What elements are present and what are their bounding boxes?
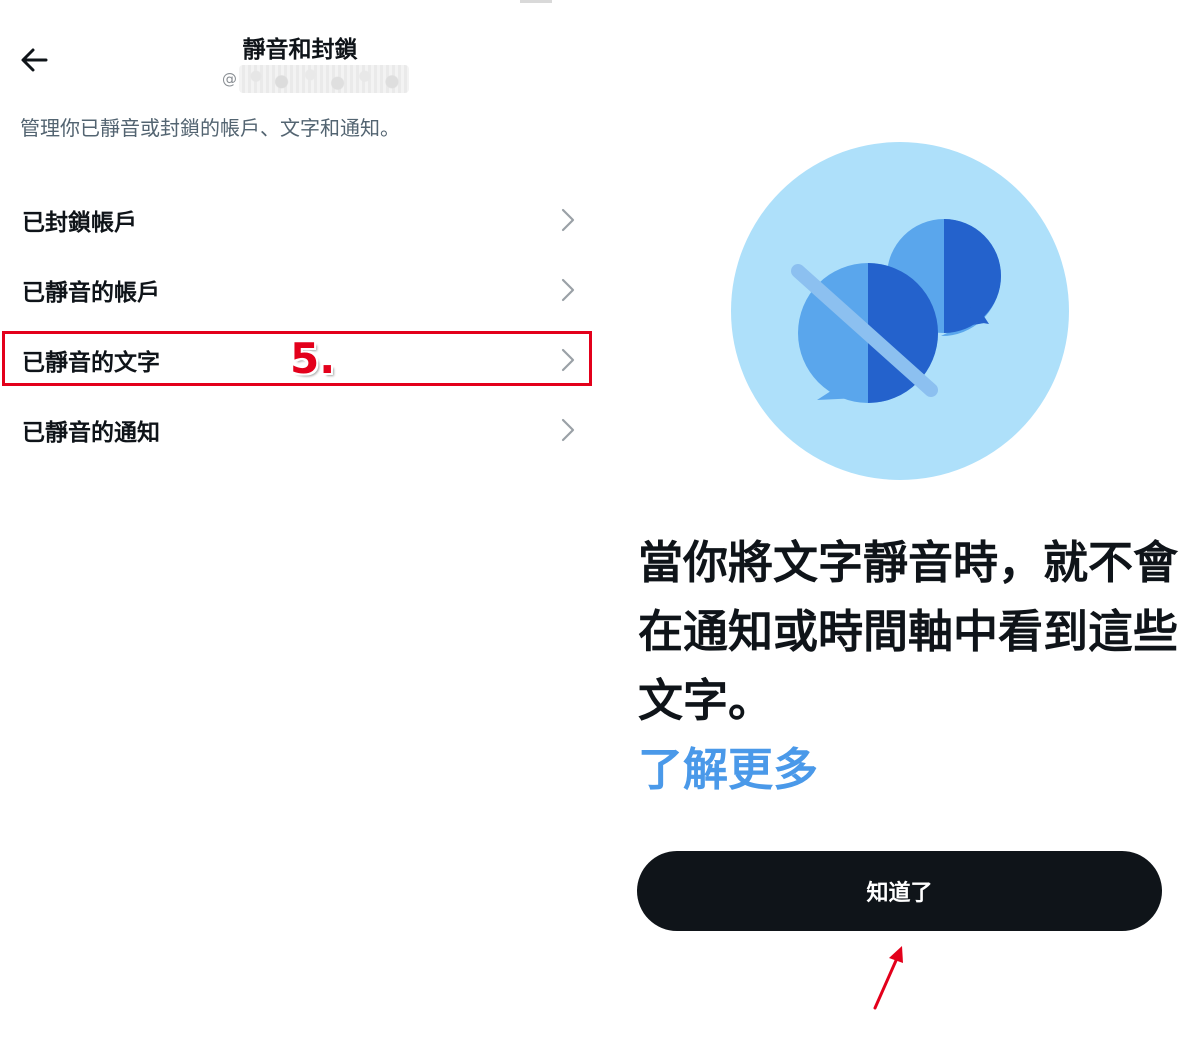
muted-words-explanation: 當你將文字靜音時，就不會在通知或時間軸中看到這些文字。: [638, 536, 1179, 727]
screenshot: 靜音和封鎖 @ 管理你已靜音或封鎖的帳戶、文字和通知。 已封鎖帳戶 已靜音的帳戶…: [0, 0, 1200, 1050]
chevron-right-icon: [561, 208, 575, 232]
menu-item-label: 已靜音的文字: [22, 350, 160, 376]
menu-item-label: 已靜音的帳戶: [22, 280, 160, 306]
page-title: 靜音和封鎖: [242, 37, 358, 63]
muted-chat-illustration: [731, 142, 1069, 480]
menu-item-blocked-accounts[interactable]: 已封鎖帳戶: [0, 185, 600, 255]
red-pointer-arrow-icon: [873, 946, 903, 1010]
menu-item-muted-accounts[interactable]: 已靜音的帳戶: [0, 255, 600, 325]
chevron-right-icon: [561, 278, 575, 302]
got-it-button[interactable]: 知道了: [637, 851, 1162, 931]
account-handle: @: [222, 64, 409, 94]
annotation-step-number: 5.: [290, 334, 336, 383]
chevron-right-icon: [561, 418, 575, 442]
settings-menu: 已封鎖帳戶 已靜音的帳戶 已靜音的文字 已靜音的通知: [0, 185, 600, 465]
chevron-right-icon: [561, 348, 575, 372]
menu-item-muted-notifications[interactable]: 已靜音的通知: [0, 395, 600, 465]
menu-item-label: 已靜音的通知: [22, 420, 160, 446]
handle-prefix: @: [222, 70, 237, 88]
blurred-username: [239, 65, 409, 93]
page-description: 管理你已靜音或封鎖的帳戶、文字和通知。: [20, 116, 400, 140]
learn-more-link[interactable]: 了解更多: [638, 733, 818, 798]
menu-item-label: 已封鎖帳戶: [22, 210, 137, 236]
mute-block-settings-panel: 靜音和封鎖 @ 管理你已靜音或封鎖的帳戶、文字和通知。 已封鎖帳戶 已靜音的帳戶…: [0, 0, 600, 1050]
